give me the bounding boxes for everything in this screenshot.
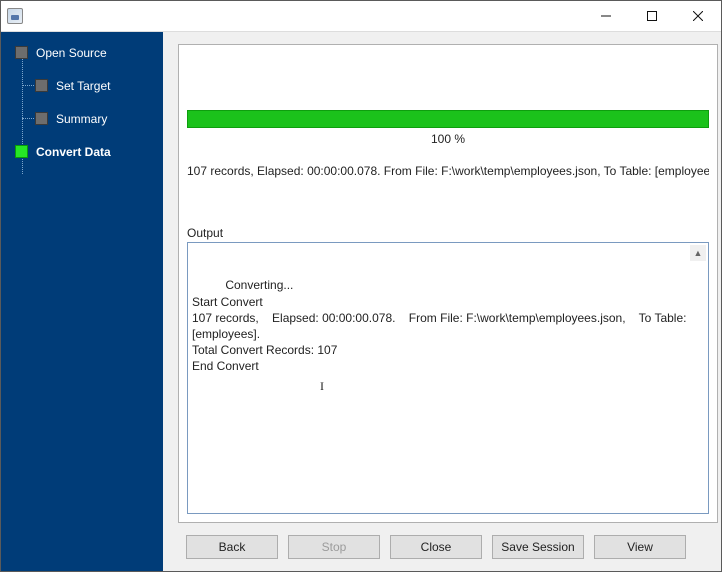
- output-label: Output: [187, 226, 709, 240]
- view-button[interactable]: View: [594, 535, 686, 559]
- step-label: Summary: [56, 112, 107, 126]
- step-label: Convert Data: [36, 145, 111, 159]
- status-line: 107 records, Elapsed: 00:00:00.078. From…: [187, 164, 709, 178]
- progress-section: 100 %: [187, 110, 709, 146]
- step-convert-data[interactable]: Convert Data: [1, 141, 163, 162]
- step-label: Set Target: [56, 79, 110, 93]
- output-textarea[interactable]: ▲ Converting... Start Convert 107 record…: [187, 242, 709, 514]
- step-open-source[interactable]: Open Source: [1, 42, 163, 63]
- window-body: Open Source Set Target Summary Convert D…: [1, 32, 721, 571]
- tree-tick: [22, 118, 34, 119]
- step-status-icon: [15, 46, 28, 59]
- main-panel: 100 % 107 records, Elapsed: 00:00:00.078…: [163, 32, 721, 571]
- maximize-button[interactable]: [629, 1, 675, 31]
- step-status-icon: [35, 112, 48, 125]
- titlebar-left: [1, 8, 23, 24]
- step-summary[interactable]: Summary: [1, 108, 163, 129]
- maximize-icon: [647, 11, 657, 21]
- window-controls: [583, 1, 721, 31]
- progress-bar: [187, 110, 709, 128]
- progress-percent: 100 %: [187, 132, 709, 146]
- step-status-icon: [15, 145, 28, 158]
- close-window-button[interactable]: [675, 1, 721, 31]
- wizard-sidebar: Open Source Set Target Summary Convert D…: [1, 32, 163, 571]
- step-set-target[interactable]: Set Target: [1, 75, 163, 96]
- close-button[interactable]: Close: [390, 535, 482, 559]
- app-icon: [7, 8, 23, 24]
- content-panel: 100 % 107 records, Elapsed: 00:00:00.078…: [178, 44, 718, 523]
- minimize-button[interactable]: [583, 1, 629, 31]
- application-window: Open Source Set Target Summary Convert D…: [0, 0, 722, 572]
- wizard-button-row: Back Stop Close Save Session View: [178, 531, 718, 563]
- titlebar[interactable]: [1, 1, 721, 32]
- scroll-up-button[interactable]: ▲: [690, 245, 706, 261]
- step-status-icon: [35, 79, 48, 92]
- tree-tick: [22, 85, 34, 86]
- output-text: Converting... Start Convert 107 records,…: [192, 278, 690, 373]
- save-session-button[interactable]: Save Session: [492, 535, 584, 559]
- minimize-icon: [601, 11, 611, 21]
- stop-button[interactable]: Stop: [288, 535, 380, 559]
- back-button[interactable]: Back: [186, 535, 278, 559]
- text-caret-icon: I: [320, 378, 324, 394]
- close-icon: [693, 11, 703, 21]
- step-label: Open Source: [36, 46, 107, 60]
